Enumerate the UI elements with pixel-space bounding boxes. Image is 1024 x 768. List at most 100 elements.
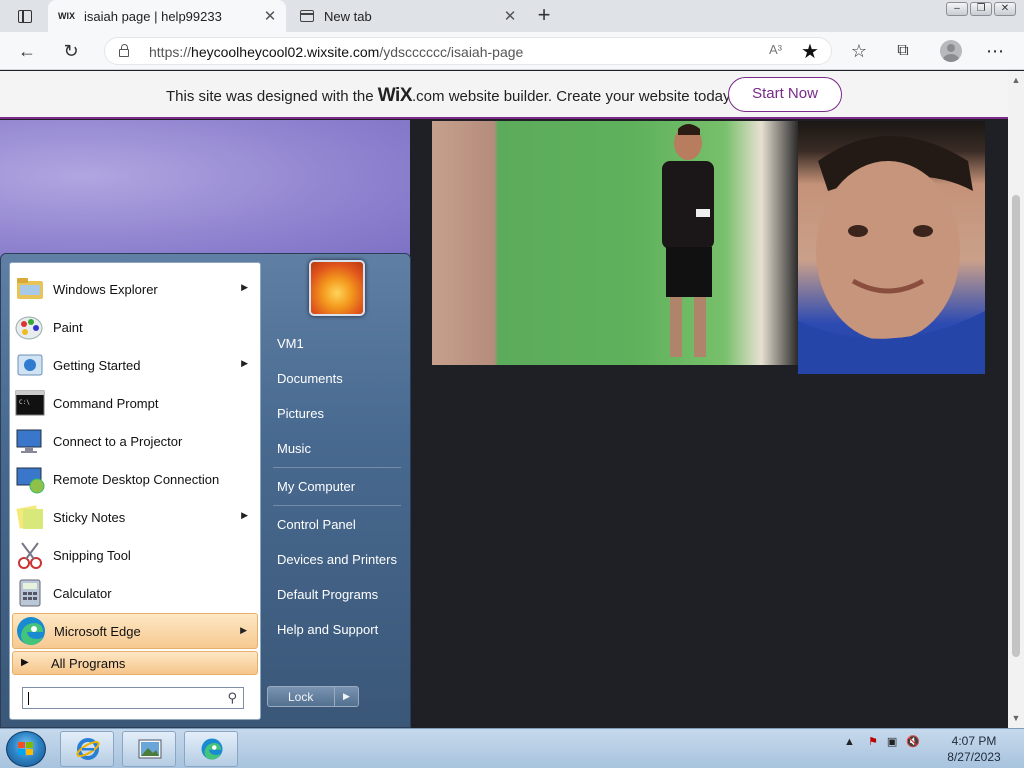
lock-button[interactable]: Lock ▶ (267, 686, 359, 707)
taskbar-photo-viewer[interactable] (122, 731, 176, 767)
network-icon[interactable]: ▣ (887, 736, 897, 748)
program-snipping-tool[interactable]: Snipping Tool (12, 537, 258, 573)
close-tab-icon[interactable]: ✕ (260, 7, 280, 25)
program-remote-desktop[interactable]: Remote Desktop Connection (12, 461, 258, 497)
program-calculator[interactable]: Calculator (12, 575, 258, 611)
folder-explorer-icon (17, 278, 43, 299)
url-text[interactable]: https://heycoolheycool02.wixsite.com/yds… (149, 44, 523, 60)
notification-tray: ▲ ⚑ ▣ 🔇 (844, 735, 920, 748)
program-sticky-notes[interactable]: Sticky Notes ▶ (12, 499, 258, 535)
wix-favicon-icon: WIX (58, 11, 75, 21)
start-now-button[interactable]: Start Now (728, 77, 842, 112)
browser-toolbar: ← ↻ https://heycoolheycool02.wixsite.com… (0, 32, 1024, 70)
program-label: Calculator (53, 585, 112, 601)
lock-button-label: Lock (288, 690, 314, 704)
program-label: Microsoft Edge (54, 623, 141, 639)
url-path: /ydscccccc/isaiah-page (379, 44, 524, 60)
start-menu: Windows Explorer ▶ Paint Getting Started ▶… (0, 253, 411, 728)
shutdown-options-arrow-icon[interactable]: ▶ (334, 687, 358, 706)
start-button[interactable] (6, 731, 46, 767)
back-button[interactable]: ← (16, 40, 38, 62)
scroll-down-icon[interactable]: ▼ (1011, 713, 1021, 723)
favorite-star-icon[interactable]: ★ (801, 39, 819, 64)
address-bar[interactable]: https://heycoolheycool02.wixsite.com/yds… (104, 37, 832, 65)
clock-date: 8/27/2023 (947, 750, 1001, 764)
browser-titlebar: WIX isaiah page | help99233 ✕ New tab ✕ … (0, 0, 1024, 32)
favorites-icon[interactable]: ☆ (848, 40, 870, 62)
place-devices-printers[interactable]: Devices and Printers (269, 546, 403, 574)
window-controls: – ❐ ✕ (946, 2, 1016, 16)
program-label: Windows Explorer (53, 281, 158, 297)
place-music[interactable]: Music (269, 435, 403, 463)
clock-time: 4:07 PM (951, 734, 997, 748)
wix-banner: This site was designed with the WiX.com … (0, 71, 1008, 119)
close-window-button[interactable]: ✕ (994, 2, 1016, 16)
command-prompt-icon: C:\ (15, 390, 45, 416)
restore-button[interactable]: ❐ (970, 2, 992, 16)
program-getting-started[interactable]: Getting Started ▶ (12, 347, 258, 383)
place-control-panel[interactable]: Control Panel (269, 511, 403, 539)
lock-icon[interactable] (119, 44, 129, 57)
read-aloud-icon[interactable]: A³ (769, 42, 782, 57)
places-separator (273, 467, 401, 468)
volume-muted-icon[interactable]: 🔇 (906, 736, 920, 748)
new-tab-button[interactable]: + (532, 4, 556, 28)
program-command-prompt[interactable]: C:\ Command Prompt (12, 385, 258, 421)
photo-boy-closeup (798, 121, 985, 374)
place-pictures[interactable]: Pictures (269, 400, 403, 428)
banner-text: This site was designed with the WiX.com … (166, 85, 734, 107)
place-documents[interactable]: Documents (269, 365, 403, 393)
program-label: Remote Desktop Connection (53, 471, 220, 487)
show-hidden-icons-icon[interactable]: ▲ (844, 736, 855, 748)
tab-new-tab[interactable]: New tab ✕ (290, 0, 526, 32)
projector-icon (16, 429, 42, 453)
search-icon[interactable]: ⚲ (227, 690, 237, 706)
collections-icon[interactable]: ⧉ (892, 40, 914, 62)
taskbar-edge[interactable] (184, 731, 238, 767)
programs-pane: Windows Explorer ▶ Paint Getting Started ▶… (9, 262, 261, 720)
start-search-input[interactable]: ⚲ (22, 687, 244, 709)
program-label: Paint (53, 319, 83, 335)
place-my-computer[interactable]: My Computer (269, 473, 403, 501)
all-programs-button[interactable]: ▶ All Programs (12, 651, 258, 675)
places-separator (273, 505, 401, 506)
minimize-button[interactable]: – (946, 2, 968, 16)
program-connect-projector[interactable]: Connect to a Projector (12, 423, 258, 459)
photo-viewer-icon (138, 739, 162, 759)
user-account-picture[interactable] (309, 260, 365, 316)
program-windows-explorer[interactable]: Windows Explorer ▶ (12, 271, 258, 307)
place-default-programs[interactable]: Default Programs (269, 581, 403, 609)
scroll-up-icon[interactable]: ▲ (1011, 75, 1021, 85)
program-paint[interactable]: Paint (12, 309, 258, 345)
tab-actions-button[interactable] (8, 4, 42, 28)
profile-avatar[interactable] (940, 40, 962, 62)
place-help-support[interactable]: Help and Support (269, 616, 403, 644)
taskbar-internet-explorer[interactable] (60, 731, 114, 767)
svg-text:C:\: C:\ (19, 399, 30, 406)
paint-icon (15, 316, 43, 340)
tab-isaiah-page[interactable]: WIX isaiah page | help99233 ✕ (48, 0, 286, 32)
sticky-notes-icon (16, 505, 43, 529)
page-scrollbar[interactable]: ▲ ▼ (1008, 71, 1024, 728)
submenu-arrow-icon: ▶ (241, 282, 248, 292)
scroll-thumb[interactable] (1012, 195, 1020, 657)
purple-background-image (0, 120, 410, 260)
program-label: Snipping Tool (53, 547, 131, 563)
program-microsoft-edge[interactable]: Microsoft Edge ▶ (12, 613, 258, 649)
url-host: heycoolheycool02.wixsite.com (191, 44, 380, 60)
program-label: Sticky Notes (53, 509, 126, 525)
all-programs-arrow-icon: ▶ (21, 657, 29, 668)
snipping-tool-icon (18, 542, 42, 569)
refresh-button[interactable]: ↻ (60, 40, 82, 62)
internet-explorer-icon (76, 738, 100, 760)
action-center-flag-icon[interactable]: ⚑ (868, 736, 878, 748)
program-label: Connect to a Projector (53, 433, 183, 449)
url-scheme: https:// (149, 44, 192, 60)
windows-logo-icon (18, 742, 33, 755)
place-vm1[interactable]: VM1 (269, 330, 403, 358)
taskbar-clock[interactable]: 4:07 PM 8/27/2023 (936, 733, 1012, 765)
tab-title: isaiah page | help99233 (84, 8, 222, 24)
program-label: Command Prompt (53, 395, 159, 411)
close-tab-icon[interactable]: ✕ (500, 7, 520, 25)
more-menu-icon[interactable]: ⋯ (984, 40, 1006, 62)
